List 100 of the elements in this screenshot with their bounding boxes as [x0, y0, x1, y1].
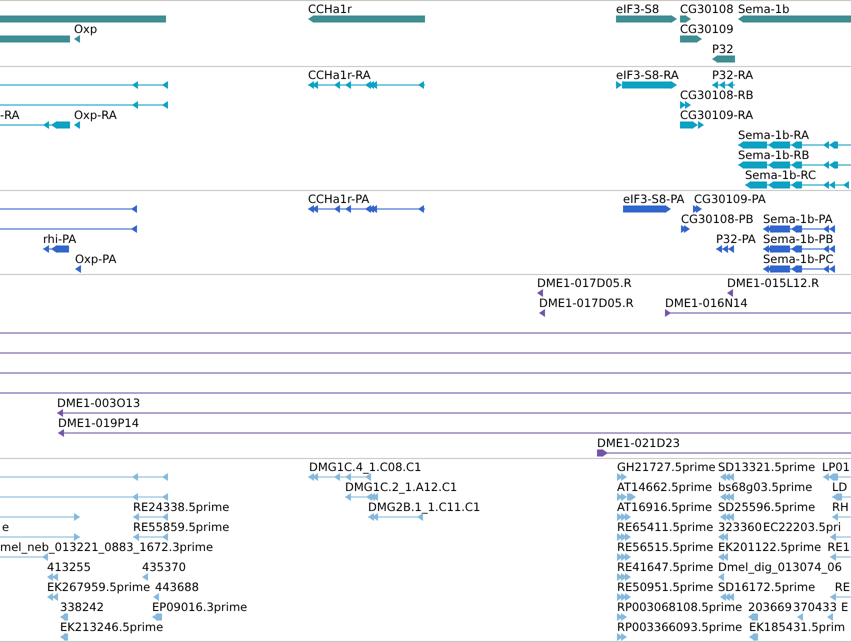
feature-glyph[interactable]: [712, 55, 735, 63]
feature-label: DME1-017D05.R: [539, 296, 634, 310]
feature-label: SD25596.5prime: [718, 500, 816, 514]
feature-label: 323360: [718, 520, 762, 534]
feature-glyph[interactable]: [0, 225, 137, 233]
feature-label: CG30109-RA: [680, 108, 754, 122]
feature-label: RE55859.5prime: [133, 520, 230, 534]
feature-label: RE: [834, 580, 850, 594]
feature-label: DME1-016N14: [665, 296, 748, 310]
feature-label: 203669: [748, 600, 792, 614]
feature-label: RH: [832, 500, 849, 514]
feature-label: eIF3-S8-RA: [616, 68, 679, 82]
feature-glyph[interactable]: [0, 101, 168, 109]
feature-glyph[interactable]: [616, 81, 677, 89]
feature-glyph[interactable]: [597, 449, 851, 457]
feature-glyph[interactable]: [712, 81, 735, 89]
feature-glyph[interactable]: [0, 35, 70, 43]
feature-glyph[interactable]: [0, 121, 70, 129]
feature-label: P32: [712, 42, 734, 56]
feature-glyph[interactable]: [738, 141, 851, 149]
feature-label: SD13321.5prime: [718, 460, 816, 474]
feature-glyph[interactable]: [0, 205, 137, 213]
feature-glyph[interactable]: [537, 289, 543, 297]
feature-label: DME1-003O13: [57, 396, 140, 410]
feature-glyph[interactable]: [763, 245, 835, 253]
feature-label: CG30108-PB: [681, 212, 754, 226]
feature-label: LP01: [822, 460, 850, 474]
feature-label: CCHa1r: [308, 2, 352, 16]
feature-glyph[interactable]: [745, 181, 849, 189]
feature-glyph[interactable]: [680, 15, 691, 23]
feature-label: RE41647.5prime: [617, 560, 714, 574]
feature-label: Oxp-PA: [75, 252, 116, 266]
feature-label: CCHa1r-PA: [308, 192, 370, 206]
feature-glyph[interactable]: [763, 265, 835, 273]
feature-label: Dmel_dig_013074_06: [718, 560, 842, 574]
feature-glyph[interactable]: [727, 289, 733, 297]
feature-label: Sema-1b: [738, 2, 790, 16]
feature-glyph[interactable]: [539, 309, 545, 317]
feature-label: DMG1C.4_1.C08.C1: [309, 460, 422, 474]
feature-label: Sema-1b-PB: [763, 232, 834, 246]
feature-glyph[interactable]: [308, 81, 425, 89]
feature-label: 435370: [142, 560, 186, 574]
feature-glyph[interactable]: [74, 35, 80, 43]
feature-label: Oxp: [74, 22, 98, 36]
feature-glyph[interactable]: [0, 81, 168, 89]
feature-label: mel_neb_013221_0883_1672.3prime: [0, 540, 214, 554]
feature-label: DME1-017D05.R: [537, 276, 632, 290]
feature-label: DME1-015L12.R: [727, 276, 820, 290]
feature-glyph[interactable]: [616, 15, 677, 23]
feature-label: SD16172.5prime: [718, 580, 816, 594]
feature-label: -RA: [0, 108, 20, 122]
feature-label: RE50951.5prime: [617, 580, 714, 594]
feature-glyph[interactable]: [738, 15, 851, 23]
feature-label: EK201122.5prime: [718, 540, 822, 554]
feature-glyph[interactable]: [681, 225, 690, 233]
feature-glyph[interactable]: [680, 101, 691, 109]
feature-glyph[interactable]: [308, 15, 425, 23]
feature-label: Sema-1b-PC: [763, 252, 834, 266]
feature-glyph[interactable]: [308, 205, 425, 213]
feature-label: 443688: [155, 580, 199, 594]
feature-glyph[interactable]: [58, 429, 851, 437]
feature-label: RE56515.5prime: [617, 540, 714, 554]
feature-label: eIF3-S8-PA: [623, 192, 684, 206]
feature-glyph[interactable]: [57, 409, 851, 417]
feature-label: Sema-1b-PA: [763, 212, 833, 226]
feature-label: P32-PA: [716, 232, 756, 246]
feature-glyph[interactable]: [665, 309, 851, 317]
feature-label: RE1: [827, 540, 850, 554]
feature-label: LD: [832, 480, 848, 494]
feature-label: CG30109-PA: [694, 192, 766, 206]
feature-glyph[interactable]: [75, 265, 81, 273]
feature-glyph[interactable]: [738, 161, 851, 169]
feature-glyph[interactable]: [680, 35, 702, 43]
feature-label: Oxp-RA: [74, 108, 117, 122]
feature-label: RE65411.5prime: [617, 520, 714, 534]
feature-label: Sema-1b-RA: [738, 128, 809, 142]
feature-glyph[interactable]: [763, 225, 835, 233]
feature-glyph[interactable]: [693, 205, 702, 213]
feature-label: RE24338.5prime: [133, 500, 230, 514]
feature-label: RP003366093.5prime: [617, 620, 742, 634]
feature-label: AT16916.5prime: [617, 500, 712, 514]
feature-label: e: [2, 520, 10, 534]
feature-label: EK185431.5prim: [749, 620, 846, 634]
feature-glyph[interactable]: [43, 245, 69, 253]
feature-label: DMG1C.2_1.A12.C1: [345, 480, 458, 494]
feature-label: EK213246.5prime: [60, 620, 164, 634]
feature-label: GH21727.5prime: [617, 460, 716, 474]
feature-label: CG30108-RB: [680, 88, 754, 102]
feature-glyph[interactable]: [74, 121, 80, 129]
feature-label: EK267959.5prime: [47, 580, 150, 594]
feature-glyph[interactable]: [680, 121, 704, 129]
feature-label: P32-RA: [712, 68, 754, 82]
feature-label: RP003068108.5prime: [617, 600, 742, 614]
feature-glyph[interactable]: [623, 205, 671, 213]
feature-label: DME1-021D23: [597, 436, 680, 450]
feature-glyph[interactable]: [716, 245, 734, 253]
feature-glyph[interactable]: [0, 15, 166, 23]
feature-label: AT14662.5prime: [617, 480, 712, 494]
feature-label: rhi-PA: [43, 232, 76, 246]
feature-label: DMG2B.1_1.C11.C1: [368, 500, 480, 514]
